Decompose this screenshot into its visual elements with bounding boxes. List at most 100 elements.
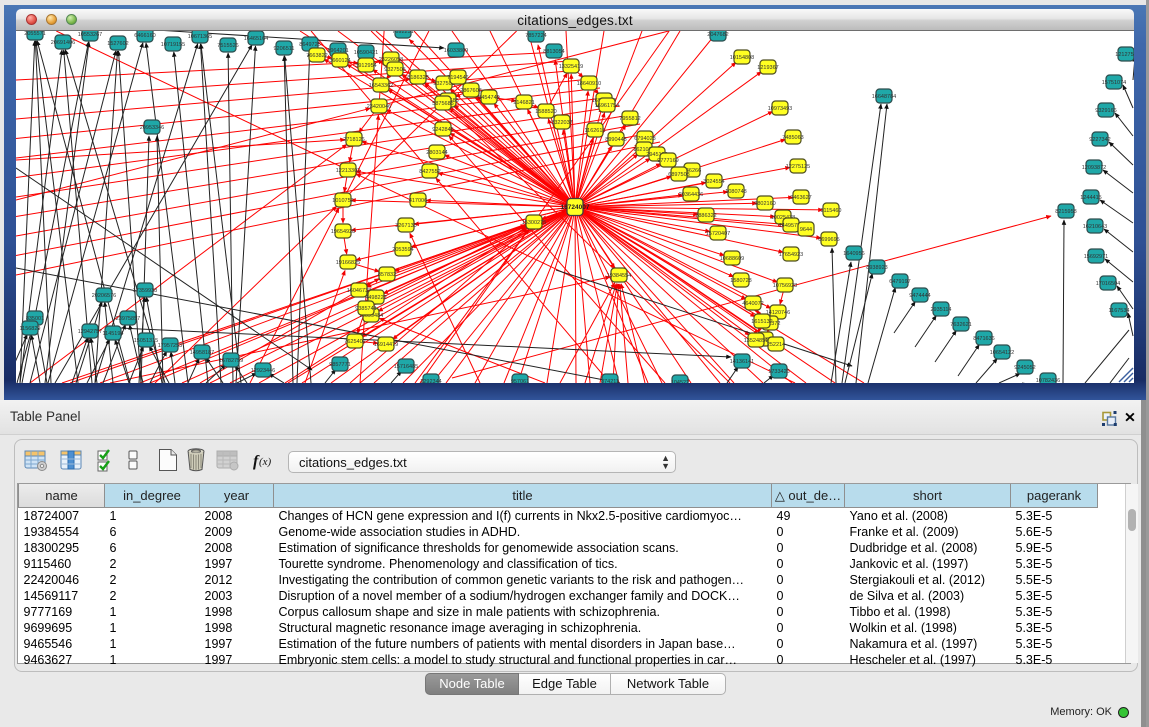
svg-text:9777169: 9777169 — [657, 158, 678, 164]
svg-text:1580728: 1580728 — [730, 278, 751, 284]
svg-text:7632621: 7632621 — [950, 322, 971, 328]
svg-text:15692971: 15692971 — [1084, 254, 1108, 260]
svg-text:2718126: 2718126 — [343, 137, 364, 143]
svg-text:9242845: 9242845 — [432, 127, 453, 133]
svg-text:7692251: 7692251 — [392, 31, 413, 35]
svg-text:1145194: 1145194 — [102, 331, 123, 337]
svg-text:1527602: 1527602 — [107, 41, 128, 47]
svg-text:13524851: 13524851 — [744, 338, 768, 344]
svg-text:20364436: 20364436 — [679, 192, 703, 198]
svg-text:5875685: 5875685 — [432, 101, 453, 107]
svg-text:10553267: 10553267 — [78, 32, 102, 38]
svg-text:9385741: 9385741 — [355, 306, 376, 312]
svg-text:12093872: 12093872 — [1082, 165, 1106, 171]
svg-text:7663822: 7663822 — [306, 53, 327, 59]
svg-text:9329166: 9329166 — [1095, 108, 1116, 114]
svg-text:957061: 957061 — [511, 379, 529, 383]
svg-text:3267130: 3267130 — [395, 223, 416, 229]
svg-text:3660124: 3660124 — [329, 58, 350, 64]
svg-text:9146821: 9146821 — [513, 100, 534, 106]
svg-text:16782759: 16782759 — [219, 358, 243, 364]
svg-text:9227342: 9227342 — [1089, 137, 1110, 143]
svg-text:9644: 9644 — [800, 227, 812, 233]
svg-text:8990448: 8990448 — [605, 137, 626, 143]
svg-text:9857771: 9857771 — [329, 362, 350, 368]
svg-text:14958187: 14958187 — [190, 350, 214, 356]
svg-text:1615132: 1615132 — [751, 319, 772, 325]
svg-text:874211: 874211 — [601, 379, 619, 383]
svg-text:9802160: 9802160 — [754, 201, 775, 207]
svg-text:1080748: 1080748 — [725, 189, 746, 195]
svg-text:857832: 857832 — [378, 272, 396, 278]
svg-text:15716485: 15716485 — [394, 364, 418, 370]
svg-text:16543362: 16543362 — [369, 83, 393, 89]
svg-text:18640910: 18640910 — [577, 81, 601, 87]
svg-text:6479197: 6479197 — [889, 279, 910, 285]
svg-text:19654928: 19654928 — [331, 229, 355, 235]
svg-text:15751074: 15751074 — [1102, 80, 1126, 86]
svg-text:15051315: 15051315 — [134, 338, 158, 344]
svg-text:20953346: 20953346 — [140, 125, 164, 131]
svg-text:1212755: 1212755 — [1115, 52, 1134, 58]
svg-text:3912954: 3912954 — [355, 63, 376, 69]
svg-text:2803144: 2803144 — [426, 150, 447, 156]
svg-text:9115460: 9115460 — [820, 208, 841, 214]
svg-text:16914479: 16914479 — [374, 342, 398, 348]
svg-text:16033809: 16033809 — [444, 48, 468, 54]
svg-text:1162615: 1162615 — [584, 128, 605, 134]
svg-text:6699695: 6699695 — [818, 237, 839, 243]
svg-text:6466160: 6466160 — [134, 33, 155, 39]
svg-text:8938923: 8938923 — [866, 265, 887, 271]
svg-text:10719155: 10719155 — [161, 42, 185, 48]
svg-text:1588520: 1588520 — [535, 109, 556, 115]
svg-text:1167534: 1167534 — [1108, 308, 1129, 314]
svg-text:15720407: 15720407 — [706, 231, 730, 237]
svg-text:4640072: 4640072 — [742, 301, 763, 307]
svg-text:9245052: 9245052 — [1014, 365, 1035, 371]
svg-text:15300275: 15300275 — [522, 220, 546, 226]
svg-text:1733426: 1733426 — [768, 369, 789, 375]
svg-text:8813054: 8813054 — [543, 49, 564, 55]
svg-text:12923446: 12923446 — [251, 368, 275, 374]
svg-text:9206511: 9206511 — [273, 46, 294, 52]
svg-text:7886322: 7886322 — [695, 213, 716, 219]
svg-text:16465164: 16465164 — [244, 36, 268, 42]
svg-text:6794028: 6794028 — [634, 136, 655, 142]
svg-text:6897508: 6897508 — [668, 172, 689, 178]
svg-text:1292344: 1292344 — [420, 379, 441, 383]
svg-text:1219367: 1219367 — [757, 65, 778, 71]
svg-text:10654122: 10654122 — [990, 350, 1014, 356]
svg-text:7955812: 7955812 — [619, 116, 640, 122]
svg-text:16648784: 16648784 — [872, 94, 896, 100]
svg-text:20206576: 20206576 — [92, 293, 116, 299]
svg-text:19166825: 19166825 — [336, 260, 360, 266]
svg-text:23975857: 23975857 — [116, 316, 140, 322]
svg-text:2047682: 2047682 — [707, 32, 728, 38]
svg-text:10688609: 10688609 — [720, 256, 744, 262]
svg-text:8454749: 8454749 — [478, 95, 499, 101]
svg-text:10973493: 10973493 — [768, 106, 792, 112]
svg-text:7515526: 7515526 — [217, 43, 238, 49]
svg-text:13325419: 13325419 — [559, 64, 583, 70]
svg-text:12942757: 12942757 — [78, 329, 102, 335]
svg-text:7857224: 7857224 — [525, 33, 546, 39]
svg-text:23420046: 23420046 — [367, 104, 391, 110]
svg-text:1640956: 1640956 — [843, 251, 864, 257]
svg-text:12213302: 12213302 — [336, 168, 360, 174]
svg-text:4498222: 4498222 — [365, 295, 386, 301]
svg-text:10590421: 10590421 — [354, 50, 378, 56]
svg-text:16210643: 16210643 — [1083, 224, 1107, 230]
svg-text:417006: 417006 — [409, 198, 427, 204]
svg-text:104522: 104522 — [671, 380, 689, 383]
svg-text:10154808: 10154808 — [730, 55, 754, 61]
svg-text:19384554: 19384554 — [607, 273, 631, 279]
svg-text:3024554: 3024554 — [703, 179, 724, 185]
svg-text:2867608: 2867608 — [460, 88, 481, 94]
svg-text:8427552: 8427552 — [419, 169, 440, 175]
svg-text:20691406: 20691406 — [51, 40, 75, 46]
svg-text:9463627: 9463627 — [790, 195, 811, 201]
svg-text:7625402: 7625402 — [344, 339, 365, 345]
svg-text:14136141: 14136141 — [730, 359, 754, 365]
svg-text:18724007: 18724007 — [561, 204, 590, 211]
svg-text:252214: 252214 — [767, 342, 785, 348]
